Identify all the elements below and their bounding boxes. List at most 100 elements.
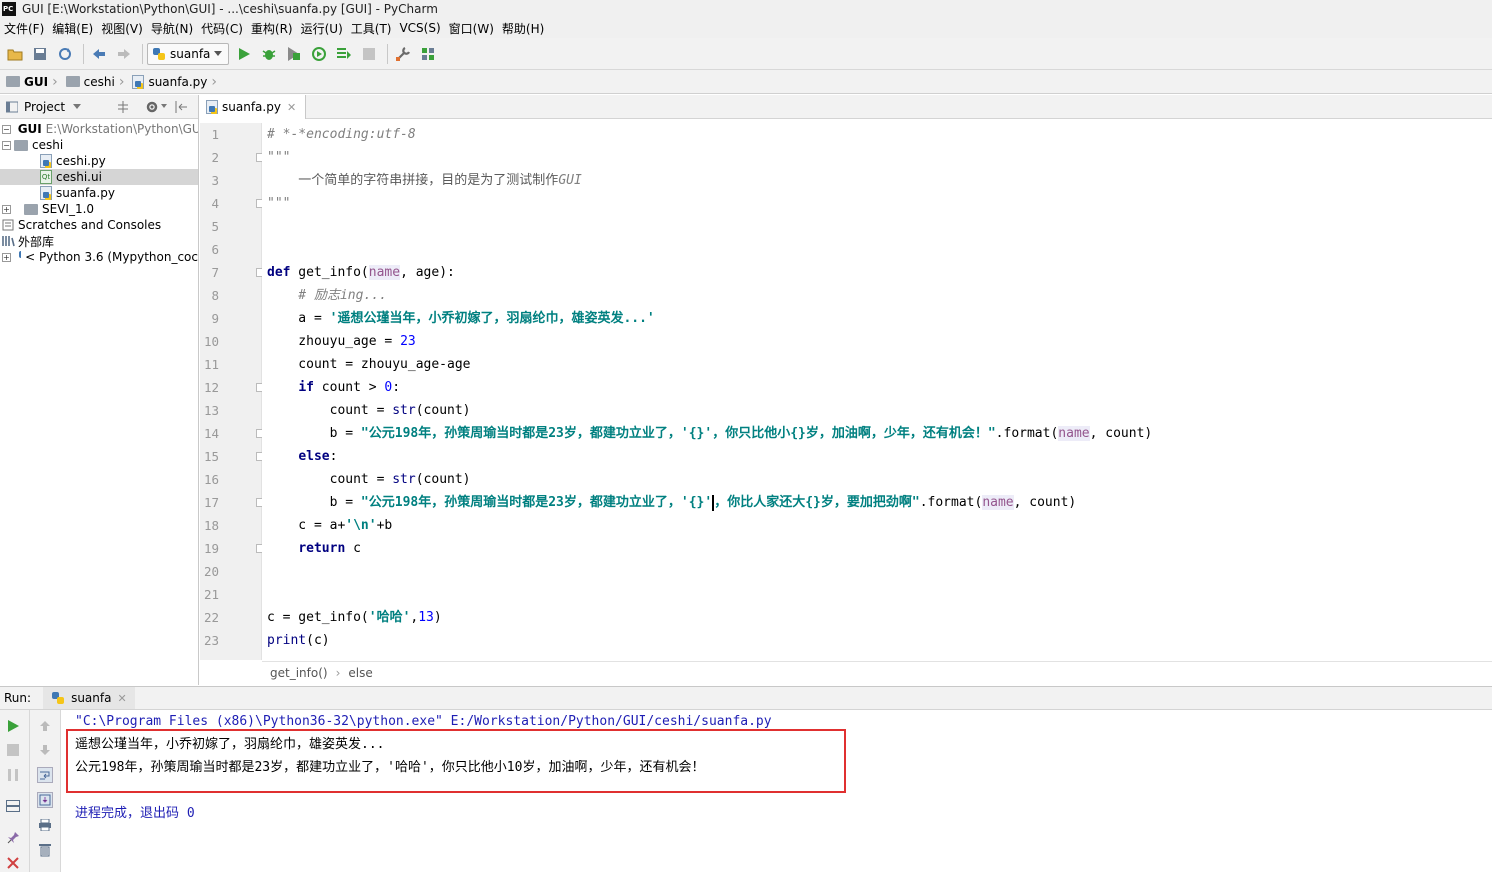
tree-item-sevi[interactable]: + SEVI_1.0 — [0, 201, 198, 217]
code-text: ) — [433, 610, 442, 625]
scroll-to-end-icon[interactable] — [37, 792, 53, 808]
collapse-all-icon[interactable] — [117, 100, 129, 113]
code-line-2: """ — [267, 146, 290, 169]
breadcrumb-label: GUI — [24, 74, 49, 89]
stop-icon[interactable] — [358, 43, 380, 65]
chevron-down-icon — [214, 50, 223, 56]
run-icon[interactable] — [233, 43, 255, 65]
chevron-right-icon: › — [52, 73, 58, 90]
code-line-4: """ — [267, 192, 290, 215]
soft-wrap-icon[interactable] — [37, 767, 53, 783]
editor-crumb-else[interactable]: else — [348, 666, 372, 680]
run-config-label: suanfa — [170, 46, 211, 61]
project-structure-icon[interactable] — [417, 43, 439, 65]
menu-code[interactable]: 代码(C) — [197, 20, 247, 37]
tree-item-python-sdk[interactable]: + < Python 3.6 (Mypython_coc — [0, 249, 198, 265]
breadcrumb-item-ceshi[interactable]: ceshi › — [65, 74, 129, 90]
folder-icon — [65, 76, 80, 87]
close-icon[interactable]: ✕ — [287, 101, 296, 114]
line-number: 13 — [203, 403, 219, 418]
code-docstring: GUI — [558, 173, 582, 188]
arrow-up-icon[interactable] — [37, 718, 53, 734]
trash-icon[interactable] — [37, 842, 53, 858]
code-number: 23 — [400, 334, 416, 349]
pause-icon[interactable] — [5, 767, 21, 783]
code-line-11: count = zhouyu_age-age — [267, 353, 470, 376]
line-number: 2 — [211, 150, 219, 165]
save-icon[interactable] — [29, 43, 51, 65]
menu-run[interactable]: 运行(U) — [297, 20, 347, 37]
breadcrumb-item-suanfa[interactable]: suanfa.py › — [132, 74, 221, 90]
tree-item-suanfa-py[interactable]: suanfa.py — [0, 185, 198, 201]
menu-view[interactable]: 视图(V) — [97, 20, 147, 37]
breadcrumb-item-gui[interactable]: GUI › — [6, 74, 62, 90]
tree-item-ceshi[interactable]: − ceshi — [0, 137, 198, 153]
line-number: 16 — [203, 472, 219, 487]
hide-panel-icon[interactable] — [175, 100, 188, 113]
collapse-icon[interactable]: − — [2, 140, 11, 150]
chevron-down-icon[interactable] — [161, 103, 168, 110]
close-icon[interactable]: ✕ — [117, 692, 126, 705]
pycharm-logo: PC — [2, 2, 16, 16]
debug-icon[interactable] — [258, 43, 280, 65]
annotation-highlight-box — [66, 729, 846, 793]
menu-window[interactable]: 窗口(W) — [445, 20, 498, 37]
library-icon — [2, 236, 15, 247]
code-keyword: return — [298, 541, 346, 556]
menu-tools[interactable]: 工具(T) — [347, 20, 396, 37]
tree-item-ceshi-ui[interactable]: Qt ceshi.ui — [0, 169, 198, 185]
settings-wrench-icon[interactable] — [392, 43, 414, 65]
open-folder-icon[interactable] — [4, 43, 26, 65]
menu-help[interactable]: 帮助(H) — [498, 20, 548, 37]
stop-icon[interactable] — [5, 742, 21, 758]
code-line-19: return c — [267, 537, 361, 560]
forward-arrow-icon[interactable] — [113, 43, 135, 65]
expand-icon[interactable]: + — [2, 252, 11, 262]
code-text: +b — [376, 518, 393, 533]
tree-item-external-libraries[interactable]: 外部库 — [0, 233, 198, 249]
python-icon — [52, 692, 65, 704]
back-arrow-icon[interactable] — [88, 43, 110, 65]
pin-icon[interactable] — [5, 830, 21, 846]
menu-edit[interactable]: 编辑(E) — [48, 20, 97, 37]
print-icon[interactable] — [37, 817, 53, 833]
rerun-icon[interactable] — [5, 718, 21, 734]
tree-item-gui[interactable]: − GUI E:\Workstation\Python\GU — [0, 121, 198, 137]
close-icon[interactable] — [5, 855, 21, 871]
line-number: 23 — [203, 633, 219, 648]
line-number: 19 — [203, 541, 219, 556]
tree-item-ceshi-py[interactable]: ceshi.py — [0, 153, 198, 169]
tab-run-suanfa[interactable]: suanfa ✕ — [43, 687, 135, 709]
layout-icon[interactable] — [5, 798, 21, 814]
gear-icon[interactable] — [145, 100, 159, 114]
concurrency-icon[interactable] — [333, 43, 355, 65]
code-line-7: def get_info(name, age): — [267, 261, 455, 284]
tree-path: E:\Workstation\Python\GU — [45, 122, 198, 136]
expand-icon[interactable]: + — [2, 204, 11, 214]
code-text: b = — [267, 426, 361, 441]
menu-navigate[interactable]: 导航(N) — [147, 20, 197, 37]
chevron-right-icon: › — [335, 666, 341, 680]
tree-item-scratches[interactable]: Scratches and Consoles — [0, 217, 198, 233]
collapse-icon[interactable]: − — [2, 124, 11, 134]
menu-file[interactable]: 文件(F) — [0, 20, 48, 37]
tree-label: ceshi.ui — [56, 170, 102, 184]
menu-vcs[interactable]: VCS(S) — [395, 21, 444, 35]
code-keyword: else — [298, 449, 330, 464]
code-keyword: def — [267, 265, 291, 280]
coverage-icon[interactable] — [283, 43, 305, 65]
line-number: 20 — [203, 564, 219, 579]
project-icon — [6, 101, 18, 112]
profile-icon[interactable] — [308, 43, 330, 65]
code-editor[interactable]: # *-*encoding:utf-8 """ 一个简单的字符串拼接，目的是为了… — [262, 123, 1492, 660]
chevron-down-icon[interactable] — [73, 103, 82, 110]
tab-suanfa-py[interactable]: suanfa.py ✕ — [200, 95, 306, 119]
menu-refactor[interactable]: 重构(R) — [247, 20, 297, 37]
run-config-selector[interactable]: suanfa — [147, 42, 230, 65]
line-number: 22 — [203, 610, 219, 625]
editor-crumb-function[interactable]: get_info() — [270, 666, 328, 680]
code-keyword: if — [298, 380, 314, 395]
project-view-selector[interactable]: Project — [24, 100, 65, 114]
arrow-down-icon[interactable] — [37, 742, 53, 758]
sync-icon[interactable] — [54, 43, 76, 65]
